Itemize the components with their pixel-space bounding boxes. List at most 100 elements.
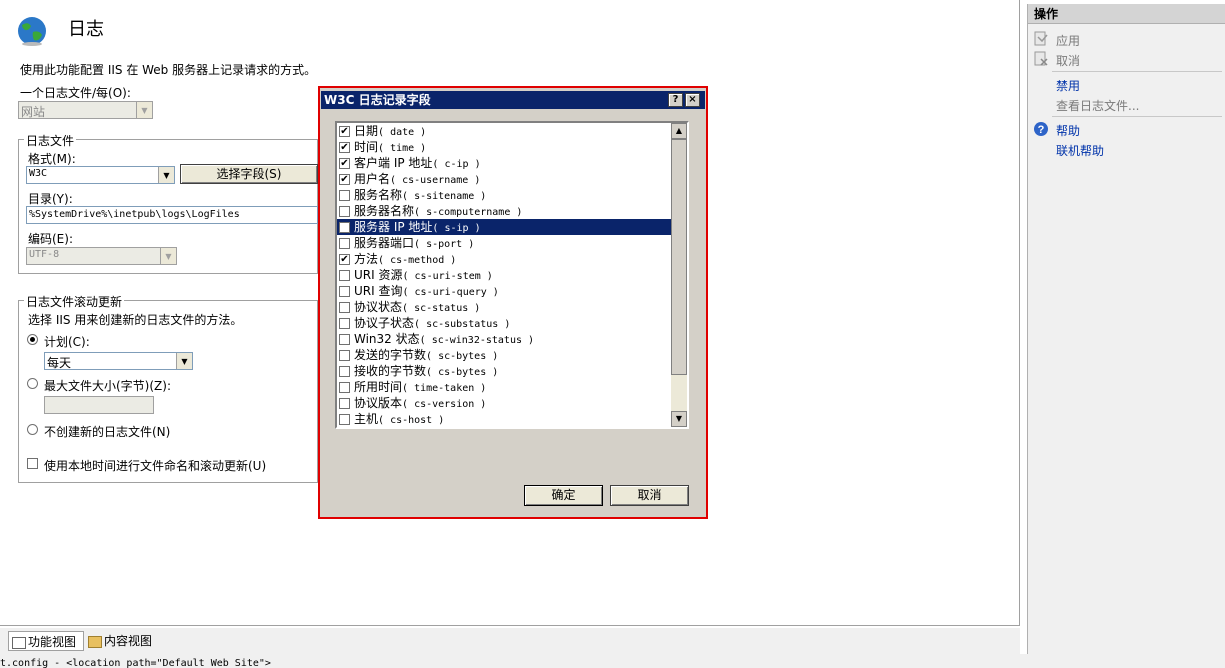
dialog-cancel-button[interactable]: 取消	[610, 485, 689, 506]
status-text: t.config - <location path="Default Web S…	[0, 658, 271, 668]
page-description: 使用此功能配置 IIS 在 Web 服务器上记录请求的方式。	[20, 63, 317, 77]
field-item[interactable]: Win32 状态( sc-win32-status )	[337, 331, 672, 347]
ok-button[interactable]: 确定	[524, 485, 603, 506]
cancel-icon	[1033, 51, 1049, 67]
no-new-file-radio[interactable]	[27, 424, 38, 435]
field-checkbox[interactable]	[339, 414, 350, 425]
format-label: 格式(M):	[28, 152, 76, 166]
actions-pane: 操作 应用 取消 禁用 查看日志文件... ? 帮助 联机帮助	[1027, 4, 1225, 654]
features-view-icon	[12, 636, 26, 649]
max-size-label: 最大文件大小(字节)(Z):	[44, 379, 171, 393]
directory-input[interactable]: %SystemDrive%\inetpub\logs\LogFiles	[26, 206, 318, 224]
local-time-checkbox[interactable]	[27, 458, 38, 469]
dialog-title: W3C 日志记录字段	[324, 93, 431, 107]
field-checkbox[interactable]	[339, 206, 350, 217]
no-new-file-label: 不创建新的日志文件(N)	[44, 425, 171, 439]
dialog-titlebar: W3C 日志记录字段 ? ×	[321, 91, 705, 109]
online-help-action[interactable]: 联机帮助	[1056, 142, 1104, 159]
field-checkbox[interactable]	[339, 318, 350, 329]
format-dropdown[interactable]: W3C ▼	[26, 166, 175, 184]
max-size-radio[interactable]	[27, 378, 38, 389]
field-checkbox[interactable]: ✔	[339, 142, 350, 153]
actions-header: 操作	[1028, 4, 1225, 24]
field-item[interactable]: 主机( cs-host )	[337, 411, 672, 427]
field-checkbox[interactable]: ✔	[339, 254, 350, 265]
field-checkbox[interactable]: ✔	[339, 126, 350, 137]
field-item[interactable]: ✔ 日期( date )	[337, 123, 672, 139]
field-item[interactable]: 服务器 IP 地址( s-ip )	[337, 219, 672, 235]
scroll-thumb[interactable]	[671, 139, 687, 375]
scroll-down-icon[interactable]: ▼	[671, 411, 687, 427]
field-checkbox[interactable]	[339, 238, 350, 249]
separator	[1052, 116, 1222, 117]
help-icon: ?	[1033, 121, 1049, 137]
field-checkbox[interactable]	[339, 190, 350, 201]
field-checkbox[interactable]	[339, 270, 350, 281]
chevron-down-icon: ▼	[136, 102, 152, 118]
content-view-icon	[88, 635, 102, 648]
field-label: 主机( cs-host )	[354, 412, 445, 426]
field-checkbox[interactable]	[339, 286, 350, 297]
svg-text:?: ?	[1038, 124, 1045, 136]
scroll-up-icon[interactable]: ▲	[671, 123, 687, 139]
tab-content-view[interactable]: 内容视图	[86, 631, 152, 651]
field-checkbox[interactable]: ✔	[339, 158, 350, 169]
field-item[interactable]: 协议状态( sc-status )	[337, 299, 672, 315]
apply-icon	[1033, 31, 1049, 47]
field-item[interactable]: ✔ 用户名( cs-username )	[337, 171, 672, 187]
field-checkbox[interactable]	[339, 334, 350, 345]
field-item[interactable]: ✔ 客户端 IP 地址( c-ip )	[337, 155, 672, 171]
field-item[interactable]: 服务名称( s-sitename )	[337, 187, 672, 203]
rollover-group-title: 日志文件滚动更新	[24, 293, 125, 310]
field-item[interactable]: ✔ 时间( time )	[337, 139, 672, 155]
globe-icon	[16, 15, 48, 47]
view-tabs: 功能视图 内容视图	[0, 628, 1020, 654]
apply-action[interactable]: 应用	[1056, 32, 1080, 49]
field-checkbox[interactable]	[339, 382, 350, 393]
page-title: 日志	[68, 19, 104, 40]
schedule-dropdown[interactable]: 每天 ▼	[44, 352, 193, 370]
chevron-down-icon: ▼	[176, 353, 192, 369]
encoding-dropdown: UTF-8 ▼	[26, 247, 177, 265]
w3c-fields-dialog: W3C 日志记录字段 ? × ✔ 日期( date ) ✔ 时间( time ) ✔ 客户…	[318, 86, 708, 519]
directory-label: 目录(Y):	[28, 192, 73, 206]
field-item[interactable]: ✔ 方法( cs-method )	[337, 251, 672, 267]
select-fields-button[interactable]: 选择字段(S)	[180, 164, 318, 184]
field-checkbox[interactable]	[339, 350, 350, 361]
tab-features-view[interactable]: 功能视图	[8, 631, 84, 651]
disable-action[interactable]: 禁用	[1056, 77, 1080, 94]
field-checkbox[interactable]	[339, 222, 350, 233]
chevron-down-icon: ▼	[158, 167, 174, 183]
logfile-group-title: 日志文件	[24, 132, 77, 149]
dialog-close-button[interactable]: ×	[685, 93, 700, 107]
local-time-label: 使用本地时间进行文件命名和滚动更新(U)	[44, 459, 267, 473]
status-bar: t.config - <location path="Default Web S…	[0, 654, 1225, 668]
field-item[interactable]: 协议子状态( sc-substatus )	[337, 315, 672, 331]
max-size-input	[44, 396, 154, 414]
field-item[interactable]: 所用时间( time-taken )	[337, 379, 672, 395]
field-checkbox[interactable]	[339, 302, 350, 313]
rollover-description: 选择 IIS 用来创建新的日志文件的方法。	[28, 313, 243, 327]
field-item[interactable]: 发送的字节数( sc-bytes )	[337, 347, 672, 363]
separator	[1052, 71, 1222, 72]
list-scrollbar[interactable]: ▲ ▼	[671, 123, 687, 427]
encoding-label: 编码(E):	[28, 232, 73, 246]
fields-list[interactable]: ✔ 日期( date ) ✔ 时间( time ) ✔ 客户端 IP 地址( c-ip )…	[335, 121, 689, 429]
field-item[interactable]: URI 查询( cs-uri-query )	[337, 283, 672, 299]
view-logs-action[interactable]: 查看日志文件...	[1056, 97, 1139, 114]
field-checkbox[interactable]: ✔	[339, 174, 350, 185]
chevron-down-icon: ▼	[160, 248, 176, 264]
dialog-help-button[interactable]: ?	[668, 93, 683, 107]
cancel-action[interactable]: 取消	[1056, 52, 1080, 69]
field-item[interactable]: 协议版本( cs-version )	[337, 395, 672, 411]
field-item[interactable]: 服务器端口( s-port )	[337, 235, 672, 251]
field-item[interactable]: 接收的字节数( cs-bytes )	[337, 363, 672, 379]
one-log-per-dropdown: 网站 ▼	[18, 101, 153, 119]
field-item[interactable]: 服务器名称( s-computername )	[337, 203, 672, 219]
field-checkbox[interactable]	[339, 366, 350, 377]
field-checkbox[interactable]	[339, 398, 350, 409]
one-log-label: 一个日志文件/每(O):	[20, 86, 131, 100]
help-action[interactable]: 帮助	[1056, 122, 1080, 139]
schedule-radio[interactable]	[27, 334, 38, 345]
field-item[interactable]: URI 资源( cs-uri-stem )	[337, 267, 672, 283]
